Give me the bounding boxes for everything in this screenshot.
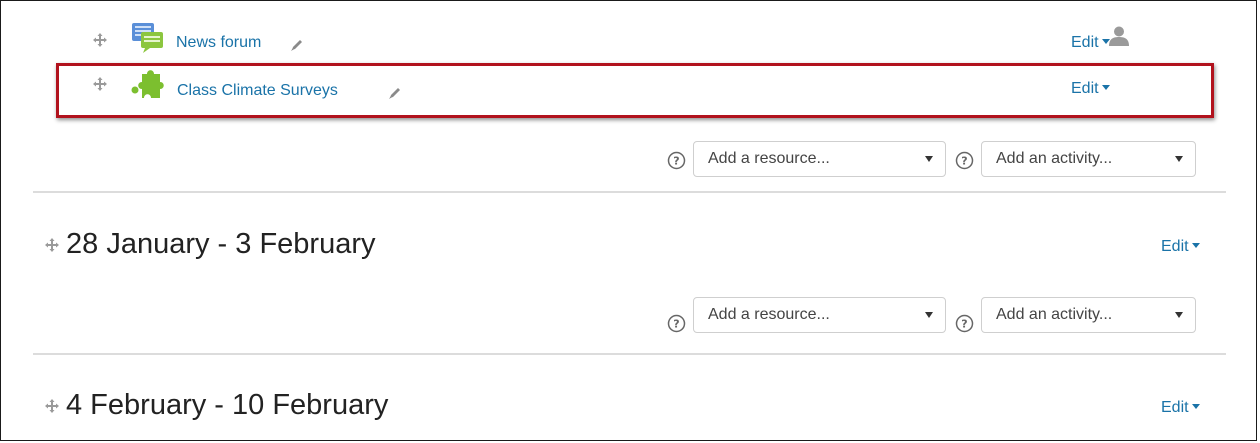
svg-text:?: ? — [673, 318, 679, 331]
add-activity-select[interactable]: Add an activity... — [981, 297, 1196, 333]
section-divider — [33, 191, 1226, 193]
edit-label: Edit — [1071, 80, 1099, 97]
section-title-text: 4 February - 10 February — [66, 389, 389, 421]
svg-text:?: ? — [961, 318, 967, 331]
dropdown-arrow-icon — [925, 156, 933, 162]
section-divider — [33, 353, 1226, 355]
section-edit-menu[interactable]: Edit — [1161, 399, 1200, 417]
edit-label: Edit — [1161, 399, 1189, 416]
help-icon[interactable]: ? — [667, 151, 686, 170]
svg-text:?: ? — [961, 155, 967, 168]
dropdown-arrow-icon — [1175, 156, 1183, 162]
move-icon[interactable] — [44, 237, 60, 253]
dropdown-arrow-icon — [1175, 312, 1183, 318]
activity-link-class-climate-surveys[interactable]: Class Climate Surveys — [177, 82, 338, 100]
activity-link-news-forum[interactable]: News forum — [176, 34, 261, 52]
caret-down-icon — [1191, 404, 1200, 410]
move-icon[interactable] — [92, 32, 108, 48]
puzzle-plugin-icon — [130, 68, 166, 104]
move-icon[interactable] — [92, 76, 108, 92]
add-resource-label: Add a resource... — [708, 306, 830, 323]
caret-down-icon — [1101, 85, 1110, 91]
section-title-text: 28 January - 3 February — [66, 228, 376, 260]
add-resource-select[interactable]: Add a resource... — [693, 297, 946, 333]
user-icon[interactable] — [1108, 25, 1130, 47]
add-resource-label: Add a resource... — [708, 150, 830, 167]
help-icon[interactable]: ? — [955, 151, 974, 170]
pencil-icon[interactable] — [387, 85, 403, 101]
help-icon[interactable]: ? — [955, 314, 974, 333]
section-title: 28 January - 3 February — [44, 228, 375, 261]
help-icon[interactable]: ? — [667, 314, 686, 333]
edit-label: Edit — [1071, 34, 1099, 51]
add-activity-select[interactable]: Add an activity... — [981, 141, 1196, 177]
pencil-icon[interactable] — [289, 37, 305, 53]
dropdown-arrow-icon — [925, 312, 933, 318]
section-edit-menu[interactable]: Edit — [1161, 238, 1200, 256]
forum-icon — [131, 22, 165, 54]
edit-label: Edit — [1161, 238, 1189, 255]
caret-down-icon — [1191, 243, 1200, 249]
svg-text:?: ? — [673, 155, 679, 168]
edit-menu-news-forum[interactable]: Edit — [1071, 34, 1110, 52]
section-title: 4 February - 10 February — [44, 389, 388, 422]
move-icon[interactable] — [44, 398, 60, 414]
edit-menu-class-climate-surveys[interactable]: Edit — [1071, 80, 1110, 98]
add-resource-select[interactable]: Add a resource... — [693, 141, 946, 177]
add-activity-label: Add an activity... — [996, 150, 1113, 167]
add-activity-label: Add an activity... — [996, 306, 1113, 323]
